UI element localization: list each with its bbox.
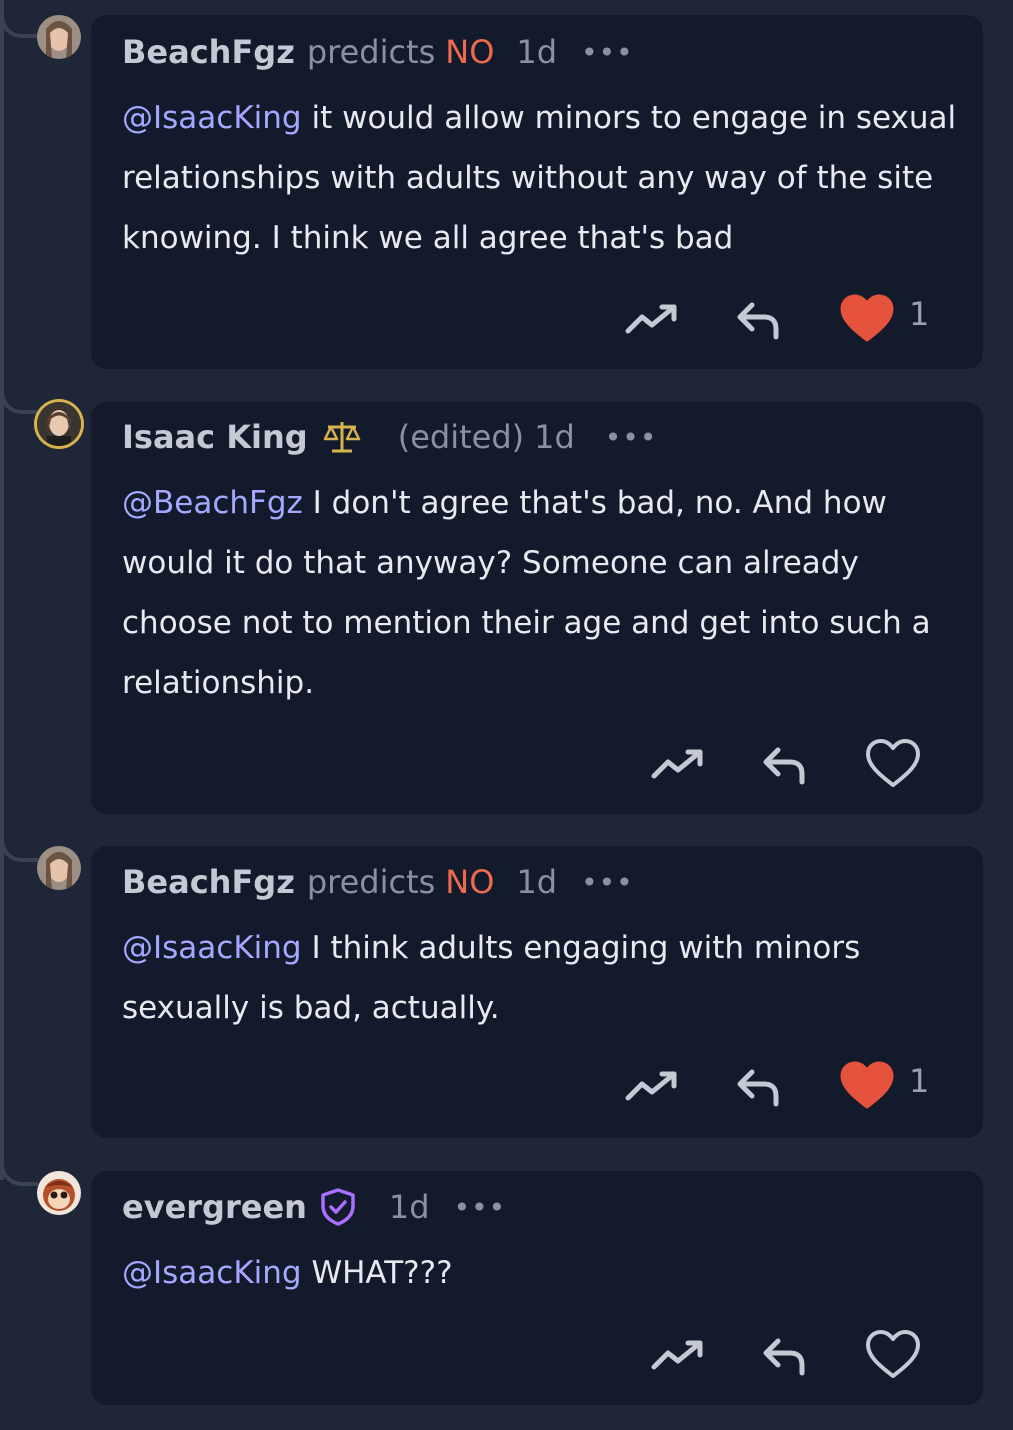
like-count: 1 bbox=[909, 1062, 930, 1100]
trending-up-icon bbox=[651, 749, 703, 779]
shield-check-icon bbox=[321, 1188, 355, 1226]
comment-body: @BeachFgz I don't agree that's bad, no. … bbox=[122, 473, 962, 713]
thread-line bbox=[0, 0, 4, 1180]
like-button[interactable] bbox=[863, 1325, 923, 1385]
comment-body: @IsaacKing WHAT??? bbox=[122, 1243, 962, 1303]
thread-connector bbox=[0, 388, 38, 414]
trending-up-icon bbox=[625, 1071, 677, 1101]
predicts-label: predicts bbox=[306, 863, 436, 901]
moderator-badge bbox=[322, 419, 362, 455]
scale-icon bbox=[323, 422, 360, 453]
timestamp[interactable]: 1d bbox=[389, 1188, 430, 1226]
comment-card: evergreen 1d ••• @IsaacKing WHAT??? bbox=[91, 1171, 983, 1405]
tip-button[interactable] bbox=[623, 289, 683, 349]
timestamp[interactable]: 1d bbox=[534, 418, 575, 456]
heart-icon bbox=[866, 1330, 920, 1378]
author-name[interactable]: BeachFgz bbox=[122, 863, 295, 901]
more-options-icon[interactable]: ••• bbox=[605, 421, 658, 454]
avatar[interactable] bbox=[37, 15, 81, 59]
thread-connector bbox=[0, 1160, 38, 1186]
predicts-label: predicts bbox=[306, 33, 436, 71]
timestamp[interactable]: 1d bbox=[516, 863, 557, 901]
edited-label: (edited) bbox=[397, 418, 525, 456]
reply-button[interactable] bbox=[729, 289, 789, 349]
avatar[interactable] bbox=[37, 846, 81, 890]
reply-button[interactable] bbox=[755, 734, 815, 794]
comment-header: evergreen 1d ••• bbox=[122, 1187, 506, 1227]
reply-icon bbox=[737, 302, 779, 340]
reply-icon bbox=[763, 1338, 805, 1376]
comment-body: @IsaacKing I think adults engaging with … bbox=[122, 918, 962, 1038]
mention-link[interactable]: @IsaacKing bbox=[122, 930, 302, 966]
like-button[interactable] bbox=[863, 734, 923, 794]
prediction-badge: NO bbox=[445, 863, 495, 901]
more-options-icon[interactable]: ••• bbox=[581, 866, 634, 899]
avatar[interactable] bbox=[37, 402, 81, 446]
trending-up-icon bbox=[625, 304, 677, 334]
thread-connector bbox=[0, 836, 38, 862]
comment-card: BeachFgz predicts NO 1d ••• @IsaacKing i… bbox=[91, 15, 983, 369]
thread-connector bbox=[0, 12, 38, 38]
reply-icon bbox=[737, 1069, 779, 1107]
more-options-icon[interactable]: ••• bbox=[581, 36, 634, 69]
comment-card: Isaac King (edited) 1d ••• @BeachFgz I d… bbox=[91, 402, 983, 814]
mention-link[interactable]: @BeachFgz bbox=[122, 485, 303, 521]
comment-card: BeachFgz predicts NO 1d ••• @IsaacKing I… bbox=[91, 846, 983, 1138]
verified-badge bbox=[319, 1187, 357, 1227]
reply-button[interactable] bbox=[755, 1325, 815, 1385]
heart-icon bbox=[866, 739, 920, 787]
tip-button[interactable] bbox=[649, 734, 709, 794]
like-button[interactable] bbox=[837, 1056, 897, 1116]
comment-header: BeachFgz predicts NO 1d ••• bbox=[122, 862, 634, 902]
reply-icon bbox=[763, 747, 805, 785]
heart-icon bbox=[840, 1061, 894, 1109]
mention-link[interactable]: @IsaacKing bbox=[122, 1255, 302, 1291]
mention-link[interactable]: @IsaacKing bbox=[122, 100, 302, 136]
tip-button[interactable] bbox=[649, 1325, 709, 1385]
comment-body: @IsaacKing it would allow minors to enga… bbox=[122, 88, 962, 268]
like-button[interactable] bbox=[837, 289, 897, 349]
heart-icon bbox=[840, 294, 894, 342]
comment-text: WHAT??? bbox=[301, 1255, 453, 1291]
comment-header: Isaac King (edited) 1d ••• bbox=[122, 417, 657, 457]
like-count: 1 bbox=[909, 295, 930, 333]
author-name[interactable]: Isaac King bbox=[122, 418, 308, 456]
tip-button[interactable] bbox=[623, 1056, 683, 1116]
author-name[interactable]: BeachFgz bbox=[122, 33, 295, 71]
avatar[interactable] bbox=[37, 1171, 81, 1215]
trending-up-icon bbox=[651, 1340, 703, 1370]
prediction-badge: NO bbox=[445, 33, 495, 71]
more-options-icon[interactable]: ••• bbox=[454, 1191, 507, 1224]
author-name[interactable]: evergreen bbox=[122, 1188, 307, 1226]
timestamp[interactable]: 1d bbox=[516, 33, 557, 71]
reply-button[interactable] bbox=[729, 1056, 789, 1116]
comment-header: BeachFgz predicts NO 1d ••• bbox=[122, 32, 634, 72]
